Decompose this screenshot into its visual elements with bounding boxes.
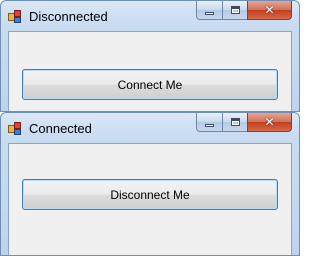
connected-window: Connected ✕ Disconnect Me (0, 112, 300, 256)
window-title: Connected (29, 121, 92, 136)
disconnect-button[interactable]: Disconnect Me (22, 179, 278, 210)
close-button[interactable]: ✕ (247, 113, 292, 132)
maximize-icon (230, 6, 240, 14)
close-button[interactable]: ✕ (247, 1, 292, 20)
maximize-icon (230, 118, 240, 126)
close-icon: ✕ (264, 3, 275, 17)
maximize-button[interactable] (222, 1, 247, 20)
title-bar[interactable]: Connected ✕ (1, 113, 299, 143)
title-bar[interactable]: Disconnected ✕ (1, 1, 299, 31)
minimize-icon (205, 11, 214, 15)
connect-button[interactable]: Connect Me (22, 69, 278, 100)
window-client-area: Connect Me (8, 31, 292, 111)
disconnected-window: Disconnected ✕ Connect Me (0, 0, 300, 112)
app-icon (8, 122, 21, 135)
window-client-area: Disconnect Me (8, 143, 292, 255)
app-icon (8, 10, 21, 23)
caption-buttons: ✕ (196, 113, 292, 132)
minimize-button[interactable] (196, 113, 222, 132)
minimize-icon (205, 123, 214, 127)
window-title: Disconnected (29, 9, 108, 24)
minimize-button[interactable] (196, 1, 222, 20)
maximize-button[interactable] (222, 113, 247, 132)
caption-buttons: ✕ (196, 1, 292, 20)
close-icon: ✕ (264, 115, 275, 129)
